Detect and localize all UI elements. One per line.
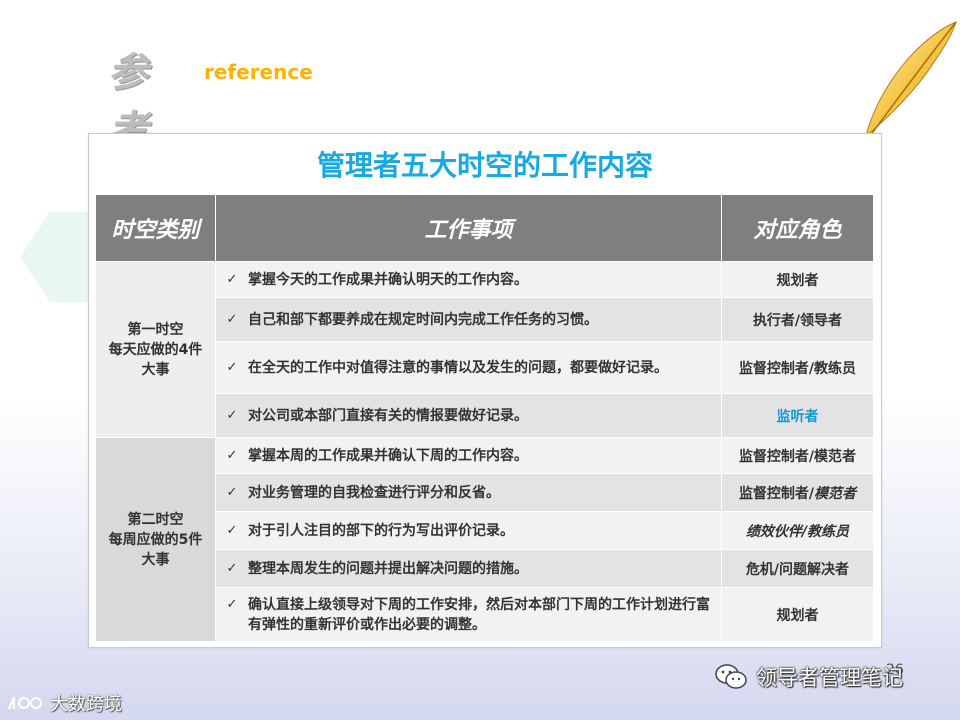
item-cell: ✓ 对业务管理的自我检查进行评分和反省。 (215, 473, 722, 512)
category-cell-first: 第一时空 每天应做的4件 大事 (95, 261, 216, 438)
column-header-category: 时空类别 (95, 194, 216, 262)
logo-icon (7, 696, 42, 710)
item-text: 对于引人注目的部下的行为写出评价记录。 (248, 522, 514, 539)
role-cell: 规划者 (721, 587, 874, 642)
watermark-left-text: 大数跨境 (50, 694, 122, 715)
item-cell: ✓ 掌握今天的工作成果并确认明天的工作内容。 (215, 261, 722, 298)
item-text: 自己和部下都要养成在规定时间内完成工作任务的习惯。 (248, 311, 598, 328)
role-cell: 执行者/领导者 (721, 297, 874, 342)
category-line: 第一时空 (127, 321, 184, 338)
table-row: 第一时空 每天应做的4件 大事 ✓ 掌握今天的工作成果并确认明天的工作内容。 规划… (95, 261, 874, 438)
role-cell: 规划者 (721, 261, 874, 298)
item-text: 整理本周发生的问题并提出解决问题的措施。 (248, 560, 528, 577)
watermark-right-text: 领导者管理笔记 (756, 666, 903, 690)
item-cell: ✓ 自己和部下都要养成在规定时间内完成工作任务的习惯。 (215, 297, 722, 342)
category-line: 大事 (141, 551, 170, 568)
column-header-role: 对应角色 (721, 194, 874, 262)
check-icon: ✓ (226, 359, 238, 375)
check-icon: ✓ (226, 596, 238, 612)
item-text: 掌握本周的工作成果并确认下周的工作内容。 (248, 447, 528, 464)
item-cell: ✓ 对于引人注目的部下的行为写出评价记录。 (215, 511, 722, 550)
content-card: 管理者五大时空的工作内容 时空类别 工作事项 对应角色 第一时空 每天应做的4件… (88, 133, 882, 648)
role-cell: 监督控制者/模范者 (721, 437, 874, 474)
role-cell: 绩效伙伴/教练员 (721, 511, 874, 550)
check-icon: ✓ (226, 522, 238, 538)
role-cell: 危机/问题解决者 (721, 549, 874, 588)
check-icon: ✓ (226, 311, 238, 327)
category-line: 每周应做的5件 (108, 531, 203, 548)
watermark-right: 领导者管理笔记 (714, 660, 903, 694)
category-cell-second: 第二时空 每周应做的5件 大事 (95, 437, 216, 642)
item-cell: ✓ 在全天的工作中对值得注意的事情以及发生的问题，都要做好记录。 (215, 341, 722, 394)
header-title-en: reference (204, 60, 313, 84)
check-icon: ✓ (226, 447, 238, 463)
check-icon: ✓ (226, 407, 238, 423)
watermark-left: 大数跨境 (6, 690, 122, 716)
item-cell: ✓ 确认直接上级领导对下周的工作安排，然后对本部门下周的工作计划进行富有弹性的重新… (215, 587, 722, 642)
item-cell: ✓ 对公司或本部门直接有关的情报要做好记录。 (215, 393, 722, 438)
item-cell: ✓ 掌握本周的工作成果并确认下周的工作内容。 (215, 437, 722, 474)
item-text: 掌握今天的工作成果并确认明天的工作内容。 (248, 271, 528, 288)
category-line: 每天应做的4件 (108, 341, 203, 358)
item-text: 对业务管理的自我检查进行评分和反省。 (248, 484, 500, 501)
role-text-italic: 模范者 (814, 485, 857, 502)
wechat-icon (715, 664, 747, 689)
item-text: 对公司或本部门直接有关的情报要做好记录。 (248, 407, 528, 424)
item-text: 在全天的工作中对值得注意的事情以及发生的问题，都要做好记录。 (248, 359, 668, 376)
card-title: 管理者五大时空的工作内容 (316, 149, 653, 182)
category-line: 第二时空 (127, 511, 184, 528)
check-icon: ✓ (226, 271, 238, 287)
work-content-table: 时空类别 工作事项 对应角色 第一时空 每天应做的4件 大事 ✓ 掌握今天的工作成… (95, 194, 874, 642)
table-header-row: 时空类别 工作事项 对应角色 (95, 194, 874, 262)
role-cell-highlight: 监听者 (721, 393, 874, 438)
item-text: 确认直接上级领导对下周的工作安排，然后对本部门下周的工作计划进行富有弹性的重新评… (248, 596, 710, 633)
item-cell: ✓ 整理本周发生的问题并提出解决问题的措施。 (215, 549, 722, 588)
check-icon: ✓ (226, 560, 238, 576)
category-line: 大事 (141, 361, 170, 378)
role-cell: 监督控制者/模范者 (721, 473, 874, 512)
column-header-item: 工作事项 (215, 194, 722, 262)
check-icon: ✓ (226, 484, 238, 500)
table-row: 第二时空 每周应做的5件 大事 ✓ 掌握本周的工作成果并确认下周的工作内容。 监督… (95, 437, 874, 642)
role-cell: 监督控制者/教练员 (721, 341, 874, 394)
role-text: 监督控制者/ (738, 485, 815, 502)
